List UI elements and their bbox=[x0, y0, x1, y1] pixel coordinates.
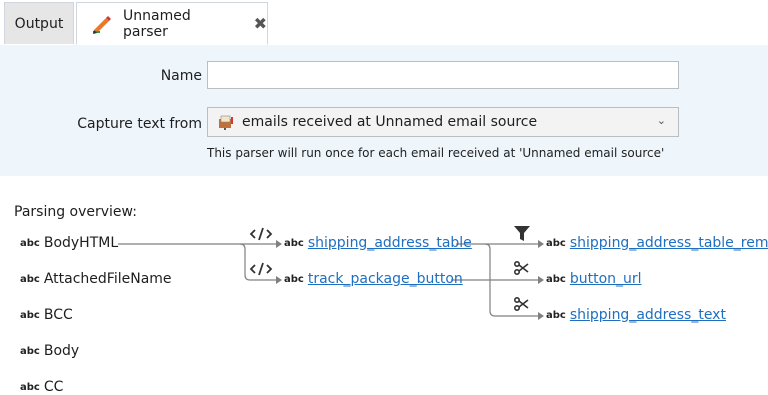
text-type-badge: abc bbox=[20, 345, 40, 357]
source-field-label: BCC bbox=[43, 307, 73, 323]
html-code-icon bbox=[249, 262, 273, 276]
source-field-label: Body bbox=[43, 343, 80, 359]
text-type-badge: abc bbox=[20, 381, 40, 393]
parsed-field-link[interactable]: button_url bbox=[570, 271, 642, 287]
parsed-field: abc button_url bbox=[546, 271, 642, 287]
text-type-badge: abc bbox=[546, 273, 566, 285]
parsed-field-link[interactable]: track_package_button bbox=[308, 271, 463, 287]
parsed-field: abc shipping_address_table_rem... bbox=[546, 235, 768, 251]
text-type-badge: abc bbox=[546, 309, 566, 321]
source-field-label: BodyHTML bbox=[43, 235, 119, 251]
text-type-badge: abc bbox=[546, 237, 566, 249]
parsed-field-link[interactable]: shipping_address_table_rem... bbox=[570, 235, 768, 251]
parsed-field: abc track_package_button bbox=[284, 271, 463, 287]
scissors-icon bbox=[513, 296, 529, 311]
flow-connectors bbox=[118, 226, 544, 320]
text-type-badge: abc bbox=[20, 309, 40, 321]
text-type-badge: abc bbox=[20, 273, 40, 285]
text-type-badge: abc bbox=[20, 237, 40, 249]
source-field: abc AttachedFileName bbox=[20, 271, 172, 287]
source-field: abc BodyHTML bbox=[20, 235, 118, 251]
text-type-badge: abc bbox=[284, 273, 304, 285]
source-field-label: AttachedFileName bbox=[43, 271, 172, 287]
filter-icon bbox=[514, 226, 530, 241]
parsed-field-link[interactable]: shipping_address_text bbox=[570, 307, 726, 323]
scissors-icon bbox=[513, 260, 529, 275]
parsed-field-link[interactable]: shipping_address_table bbox=[308, 235, 472, 251]
text-type-badge: abc bbox=[284, 237, 304, 249]
source-field: abc Body bbox=[20, 343, 79, 359]
parsed-field: abc shipping_address_text bbox=[546, 307, 726, 323]
html-code-icon bbox=[249, 227, 273, 241]
parsed-field: abc shipping_address_table bbox=[284, 235, 472, 251]
source-field: abc BCC bbox=[20, 307, 73, 323]
